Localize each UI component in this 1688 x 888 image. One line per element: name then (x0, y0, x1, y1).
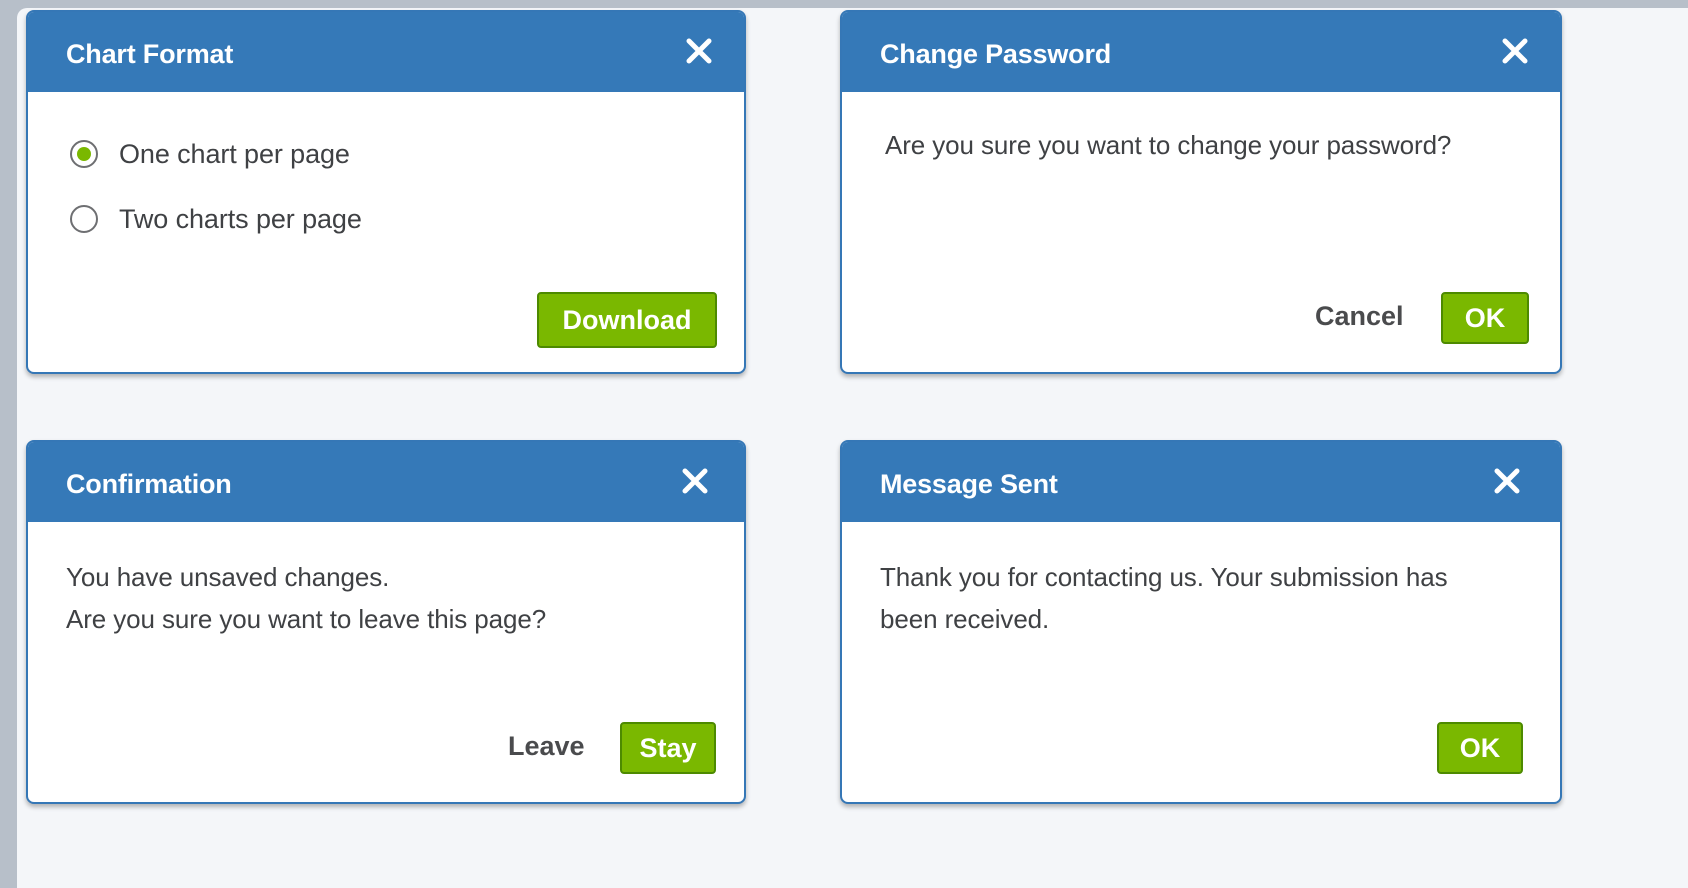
close-icon (1502, 38, 1528, 64)
ok-button[interactable]: OK (1437, 722, 1523, 774)
change-password-dialog: Change Password Are you sure you want to… (840, 10, 1562, 374)
dialog-message: Are you sure you want to change your pas… (885, 130, 1452, 160)
dialog-header: Message Sent (842, 442, 1560, 522)
dialog-message-line-1: You have unsaved changes. (66, 562, 390, 592)
close-icon (686, 38, 712, 64)
message-sent-dialog: Message Sent Thank you for contacting us… (840, 440, 1562, 804)
dialog-title: Change Password (880, 39, 1112, 69)
close-button[interactable] (1500, 36, 1530, 66)
confirmation-dialog: Confirmation You have unsaved changes. A… (26, 440, 746, 804)
chart-format-dialog: Chart Format One chart per page Two char… (26, 10, 746, 374)
dialog-message-line-2: Are you sure you want to leave this page… (66, 604, 547, 634)
close-button[interactable] (680, 466, 710, 496)
dialog-header: Change Password (842, 12, 1560, 92)
radio-label: Two charts per page (119, 203, 362, 234)
close-icon (682, 468, 708, 494)
dialog-title: Chart Format (66, 39, 234, 69)
dialog-message-line-1: Thank you for contacting us. Your submis… (880, 562, 1448, 592)
leave-button[interactable]: Leave (508, 731, 585, 762)
dialog-message-line-2: been received. (880, 604, 1050, 634)
download-button[interactable]: Download (537, 292, 717, 348)
dialog-header: Confirmation (28, 442, 744, 522)
radio-selected-icon (70, 140, 98, 168)
radio-one-chart-per-page[interactable]: One chart per page (70, 136, 350, 172)
dialog-header: Chart Format (28, 12, 744, 92)
cancel-button[interactable]: Cancel (1315, 301, 1404, 332)
ok-button[interactable]: OK (1441, 292, 1529, 344)
radio-two-charts-per-page[interactable]: Two charts per page (70, 201, 362, 237)
radio-label: One chart per page (119, 138, 350, 169)
stay-button[interactable]: Stay (620, 722, 716, 774)
close-button[interactable] (1492, 466, 1522, 496)
close-icon (1494, 468, 1520, 494)
dialog-title: Message Sent (880, 469, 1058, 499)
radio-unselected-icon (70, 205, 98, 233)
dialog-title: Confirmation (66, 469, 232, 499)
close-button[interactable] (684, 36, 714, 66)
